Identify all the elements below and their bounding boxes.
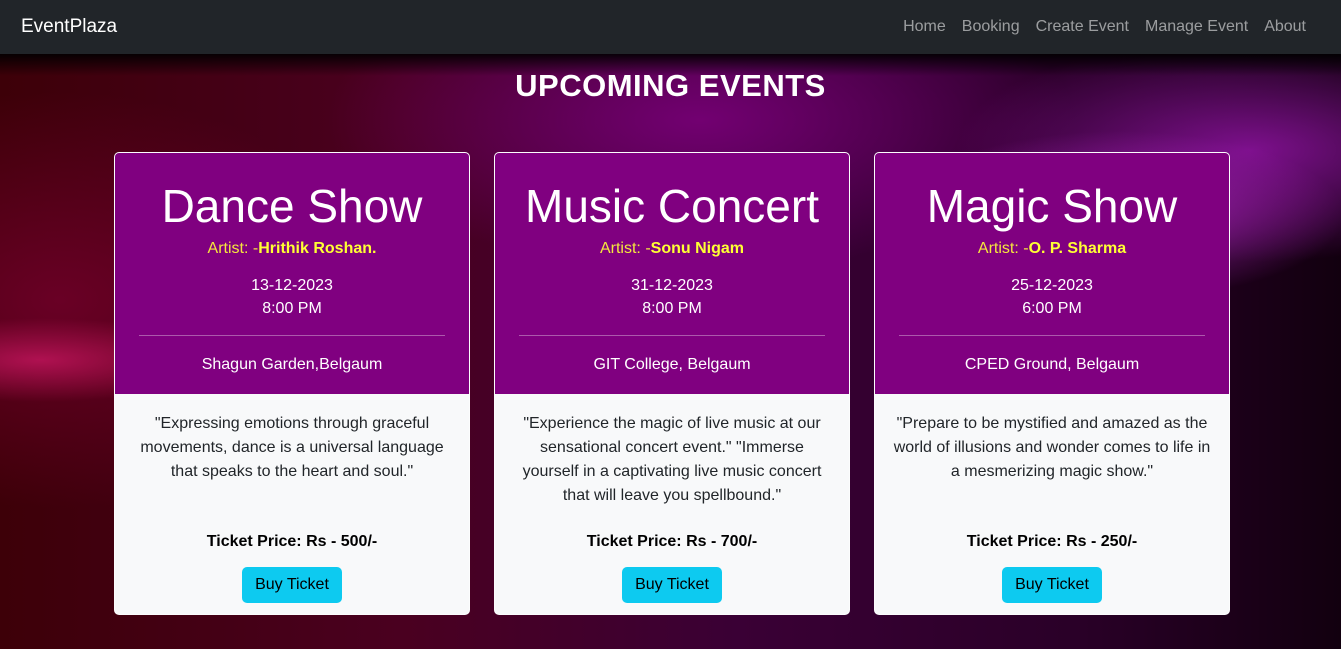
event-time: 6:00 PM [1022, 299, 1082, 317]
artist-name: O. P. Sharma [1028, 239, 1127, 257]
card-header: Magic Show Artist: -O. P. Sharma 25-12-2… [875, 153, 1229, 394]
event-title: Magic Show [926, 180, 1178, 232]
event-date: 25-12-2023 [1011, 276, 1093, 294]
event-card-dance-show: Dance Show Artist: -Hrithik Roshan. 13-1… [114, 152, 470, 615]
event-title: Music Concert [525, 180, 819, 232]
event-artist: Artist: -O. P. Sharma [978, 240, 1126, 258]
card-divider [899, 334, 1205, 336]
card-body: "Expressing emotions through graceful mo… [115, 394, 469, 614]
nav-link-home[interactable]: Home [895, 18, 954, 36]
event-time: 8:00 PM [642, 299, 702, 317]
event-date: 13-12-2023 [251, 276, 333, 294]
event-description: "Prepare to be mystified and amazed as t… [893, 415, 1211, 480]
event-venue: GIT College, Belgaum [593, 355, 751, 373]
card-header: Music Concert Artist: -Sonu Nigam 31-12-… [495, 153, 849, 394]
ticket-price: Ticket Price: Rs - 500/- [206, 533, 378, 550]
ticket-price: Ticket Price: Rs - 700/- [586, 533, 758, 550]
event-time: 8:00 PM [262, 299, 322, 317]
event-artist: Artist: -Hrithik Roshan. [208, 240, 377, 258]
ticket-price: Ticket Price: Rs - 250/- [966, 533, 1138, 550]
artist-name: Sonu Nigam [650, 239, 744, 257]
artist-prefix: Artist: - [977, 239, 1029, 257]
event-venue: CPED Ground, Belgaum [964, 355, 1140, 373]
card-divider [519, 334, 825, 336]
event-description: "Expressing emotions through graceful mo… [140, 415, 444, 480]
nav-link-booking[interactable]: Booking [954, 18, 1028, 36]
nav-link-create-event[interactable]: Create Event [1028, 18, 1137, 36]
artist-prefix: Artist: - [599, 239, 651, 257]
card-header: Dance Show Artist: -Hrithik Roshan. 13-1… [115, 153, 469, 394]
event-card-music-concert: Music Concert Artist: -Sonu Nigam 31-12-… [494, 152, 850, 615]
event-date: 31-12-2023 [631, 276, 713, 294]
card-divider [139, 334, 445, 336]
buy-ticket-button[interactable]: Buy Ticket [1002, 567, 1102, 603]
event-cards: Dance Show Artist: -Hrithik Roshan. 13-1… [114, 152, 1230, 615]
artist-prefix: Artist: - [207, 239, 259, 257]
nav-link-manage-event[interactable]: Manage Event [1137, 18, 1256, 36]
buy-ticket-button[interactable]: Buy Ticket [242, 567, 342, 603]
buy-ticket-button[interactable]: Buy Ticket [622, 567, 722, 603]
nav-link-about[interactable]: About [1256, 18, 1314, 36]
brand-logo[interactable]: EventPlaza [21, 16, 117, 38]
page-title: UPCOMING EVENTS [515, 68, 826, 103]
card-body: "Prepare to be mystified and amazed as t… [875, 394, 1229, 614]
top-navbar: EventPlaza Home Booking Create Event Man… [0, 0, 1341, 54]
event-venue: Shagun Garden,Belgaum [201, 355, 383, 373]
event-artist: Artist: -Sonu Nigam [600, 240, 744, 258]
event-description: "Experience the magic of live music at o… [522, 415, 822, 504]
event-title: Dance Show [161, 180, 423, 232]
artist-name: Hrithik Roshan. [258, 239, 377, 257]
nav-links: Home Booking Create Event Manage Event A… [895, 18, 1314, 36]
event-card-magic-show: Magic Show Artist: -O. P. Sharma 25-12-2… [874, 152, 1230, 615]
card-body: "Experience the magic of live music at o… [495, 394, 849, 614]
